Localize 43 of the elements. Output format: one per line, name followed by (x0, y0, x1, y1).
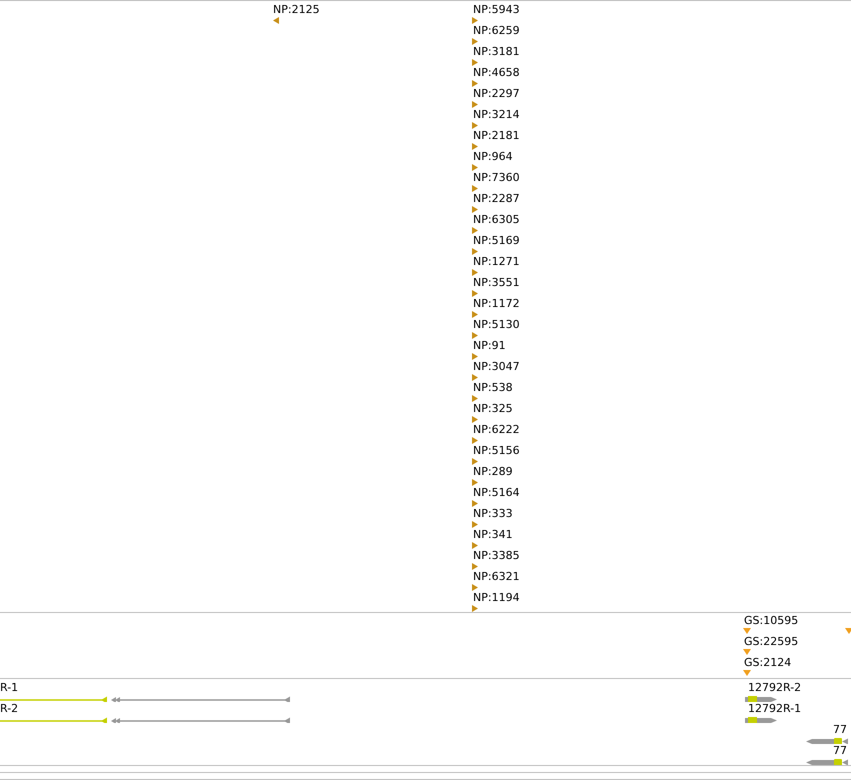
feature-label: NP:3181 (472, 45, 520, 58)
feature-label: NP:1194 (472, 591, 520, 604)
gene-label: R-2 (0, 702, 20, 715)
feature-label: NP:6222 (472, 423, 520, 436)
down-marker-icon (743, 670, 751, 676)
feature-label: NP:5130 (472, 318, 520, 331)
feature-label: NP:7360 (472, 171, 520, 184)
feature-label: NP:1172 (472, 297, 520, 310)
feature-label: NP:4658 (472, 66, 520, 79)
feature-label: NP:5169 (472, 234, 520, 247)
gene-label: 12792R-1 (747, 702, 802, 715)
feature-label: NP:6259 (472, 24, 520, 37)
feature-label: GS:2124 (743, 656, 792, 669)
feature-label: NP:3551 (472, 276, 520, 289)
feature-label: NP:1271 (472, 255, 520, 268)
feature-label: NP:325 (472, 402, 513, 415)
feature-label: NP:6305 (472, 213, 520, 226)
feature-label: NP:3385 (472, 549, 520, 562)
feature-label: NP:2125 (272, 3, 320, 16)
feature-label: GS:10595 (743, 614, 798, 627)
feature-label: NP:341 (472, 528, 513, 541)
gene-label: 12792R-2 (747, 681, 802, 694)
down-marker-icon (743, 628, 751, 634)
feature-label: GS:22595 (743, 635, 798, 648)
feature-label: NP:964 (472, 150, 513, 163)
feature-label: NP:6321 (472, 570, 520, 583)
gene-label: 77 (832, 744, 848, 757)
feature-label: NP:5164 (472, 486, 520, 499)
feature-label: NP:538 (472, 381, 513, 394)
feature-label: NP:5943 (472, 3, 520, 16)
gene-label: 77 (832, 723, 848, 736)
feature-label: NP:2297 (472, 87, 520, 100)
feature-label: NP:333 (472, 507, 513, 520)
feature-label: NP:91 (472, 339, 506, 352)
gene-label: R-1 (0, 681, 20, 694)
feature-label: NP:289 (472, 465, 513, 478)
down-marker-icon (845, 628, 851, 634)
feature-label: NP:2287 (472, 192, 520, 205)
feature-label: NP:2181 (472, 129, 520, 142)
feature-label: NP:3214 (472, 108, 520, 121)
feature-label: NP:5156 (472, 444, 520, 457)
feature-label: NP:3047 (472, 360, 520, 373)
down-marker-icon (743, 649, 751, 655)
